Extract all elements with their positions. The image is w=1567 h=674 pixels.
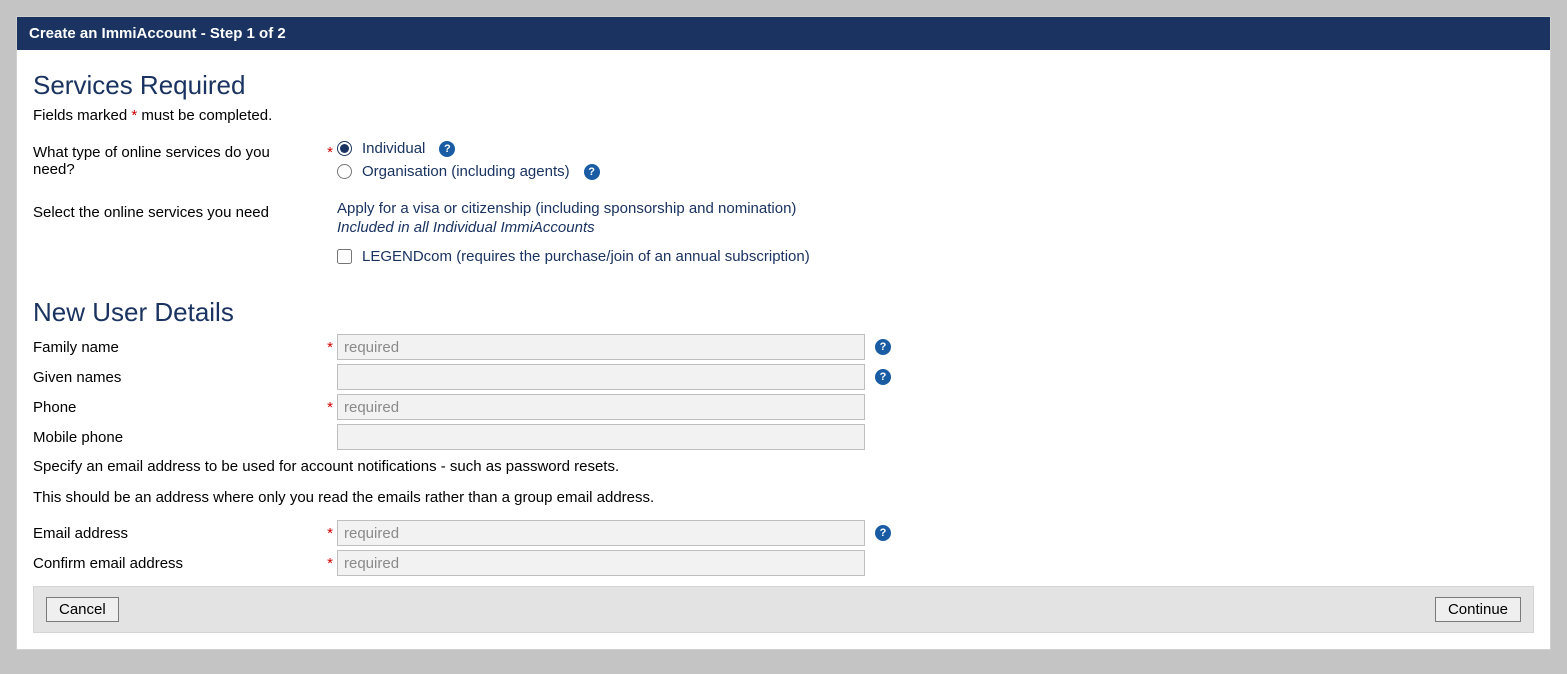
- radio-organisation[interactable]: [337, 164, 352, 179]
- required-marker: *: [323, 399, 337, 416]
- apply-visa-subtext: Included in all Individual ImmiAccounts: [337, 219, 818, 236]
- help-icon[interactable]: ?: [439, 141, 455, 157]
- required-marker: *: [323, 555, 337, 572]
- panel-title: Create an ImmiAccount - Step 1 of 2: [17, 17, 1550, 50]
- email-label: Email address: [33, 525, 323, 542]
- apply-visa-text: Apply for a visa or citizenship (includi…: [337, 200, 818, 217]
- given-names-input[interactable]: [337, 364, 865, 390]
- radio-individual-label: Individual: [362, 140, 425, 157]
- required-fields-hint: Fields marked * must be completed.: [33, 107, 1534, 124]
- phone-input[interactable]: [337, 394, 865, 420]
- continue-button[interactable]: Continue: [1435, 597, 1521, 622]
- help-icon[interactable]: ?: [584, 164, 600, 180]
- confirm-email-input[interactable]: [337, 550, 865, 576]
- mobile-phone-input[interactable]: [337, 424, 865, 450]
- family-name-label: Family name: [33, 339, 323, 356]
- required-marker: *: [323, 339, 337, 356]
- required-marker: *: [323, 525, 337, 542]
- confirm-email-label: Confirm email address: [33, 555, 323, 572]
- required-marker: *: [323, 140, 337, 161]
- service-type-question: What type of online services do you need…: [33, 140, 323, 178]
- help-icon[interactable]: ?: [875, 525, 891, 541]
- given-names-label: Given names: [33, 369, 323, 386]
- email-note-1: Specify an email address to be used for …: [33, 458, 1534, 475]
- family-name-input[interactable]: [337, 334, 865, 360]
- email-note-2: This should be an address where only you…: [33, 489, 1534, 506]
- form-panel: Create an ImmiAccount - Step 1 of 2 Serv…: [16, 16, 1551, 650]
- email-input[interactable]: [337, 520, 865, 546]
- select-services-label: Select the online services you need: [33, 200, 323, 221]
- user-details-heading: New User Details: [33, 297, 1534, 328]
- help-icon[interactable]: ?: [875, 369, 891, 385]
- checkbox-legendcom[interactable]: [337, 249, 352, 264]
- help-icon[interactable]: ?: [875, 339, 891, 355]
- mobile-phone-label: Mobile phone: [33, 429, 323, 446]
- hint-suffix: must be completed.: [137, 107, 272, 124]
- radio-organisation-label: Organisation (including agents): [362, 163, 570, 180]
- phone-label: Phone: [33, 399, 323, 416]
- hint-prefix: Fields marked: [33, 107, 131, 124]
- cancel-button[interactable]: Cancel: [46, 597, 119, 622]
- services-heading: Services Required: [33, 70, 1534, 101]
- radio-individual[interactable]: [337, 141, 352, 156]
- button-bar: Cancel Continue: [33, 586, 1534, 633]
- checkbox-legendcom-label: LEGENDcom (requires the purchase/join of…: [362, 248, 810, 265]
